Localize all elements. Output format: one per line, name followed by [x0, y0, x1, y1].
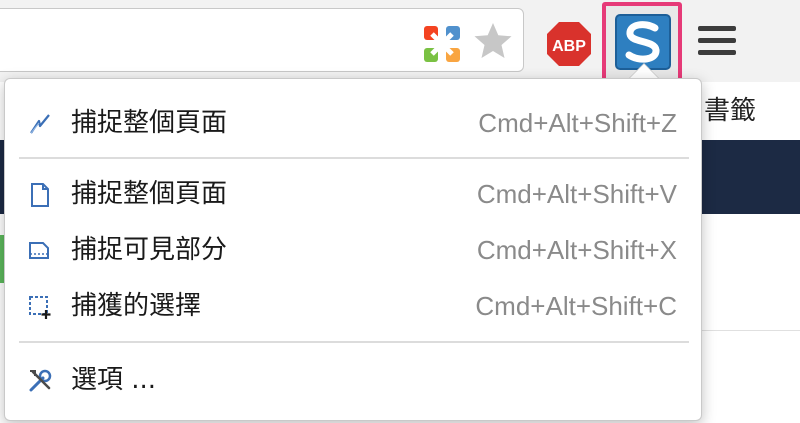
menu-item-shortcut: Cmd+Alt+Shift+X [476, 235, 677, 265]
menu-item-options[interactable]: 選項 ... [5, 355, 701, 407]
selection-icon [29, 296, 51, 319]
menu-item-capture-visible-area[interactable]: 捕捉可見部分 Cmd+Alt+Shift+X [5, 225, 701, 277]
menu-item-capture-selection[interactable]: 捕獲的選擇 Cmd+Alt+Shift+C [5, 281, 701, 333]
page-icon [31, 183, 49, 207]
snagit-icon [615, 14, 671, 70]
visible-area-icon [29, 242, 49, 259]
menu-item-label: 捕捉整個頁面 [71, 179, 228, 209]
menu-item-label: 捕捉可見部分 [71, 235, 228, 265]
menu-caret [629, 64, 659, 79]
star-icon[interactable] [472, 20, 514, 62]
tools-icon [29, 369, 52, 392]
menu-item-shortcut: Cmd+Alt+Shift+C [475, 291, 677, 321]
page-divider [702, 330, 800, 331]
menu-item-label: 捕獲的選擇 [71, 291, 202, 321]
menu-separator [19, 157, 689, 159]
menu-separator [19, 341, 689, 343]
menu-item-label: 捕捉整個頁面 [71, 108, 228, 138]
joomla-icon[interactable] [420, 22, 464, 66]
menu-item-capture-entire-page-v[interactable]: 捕捉整個頁面 Cmd+Alt+Shift+V [5, 169, 701, 221]
hamburger-icon[interactable] [698, 26, 736, 60]
snagit-capture-menu: 捕捉整個頁面 Cmd+Alt+Shift+Z 捕捉整個頁面 Cmd+Alt+Sh… [4, 78, 702, 421]
menu-item-capture-entire-page-z[interactable]: 捕捉整個頁面 Cmd+Alt+Shift+Z [5, 98, 701, 150]
bookmark-bar-label[interactable]: 書籤 [704, 90, 756, 127]
menu-item-label: 選項 ... [71, 365, 157, 395]
svg-text:ABP: ABP [552, 38, 586, 55]
menu-item-shortcut: Cmd+Alt+Shift+V [476, 179, 677, 209]
page-header-band-right [702, 140, 800, 214]
lightning-icon [30, 114, 50, 134]
abp-icon[interactable]: ABP [545, 20, 593, 68]
menu-item-shortcut: Cmd+Alt+Shift+Z [478, 108, 677, 138]
